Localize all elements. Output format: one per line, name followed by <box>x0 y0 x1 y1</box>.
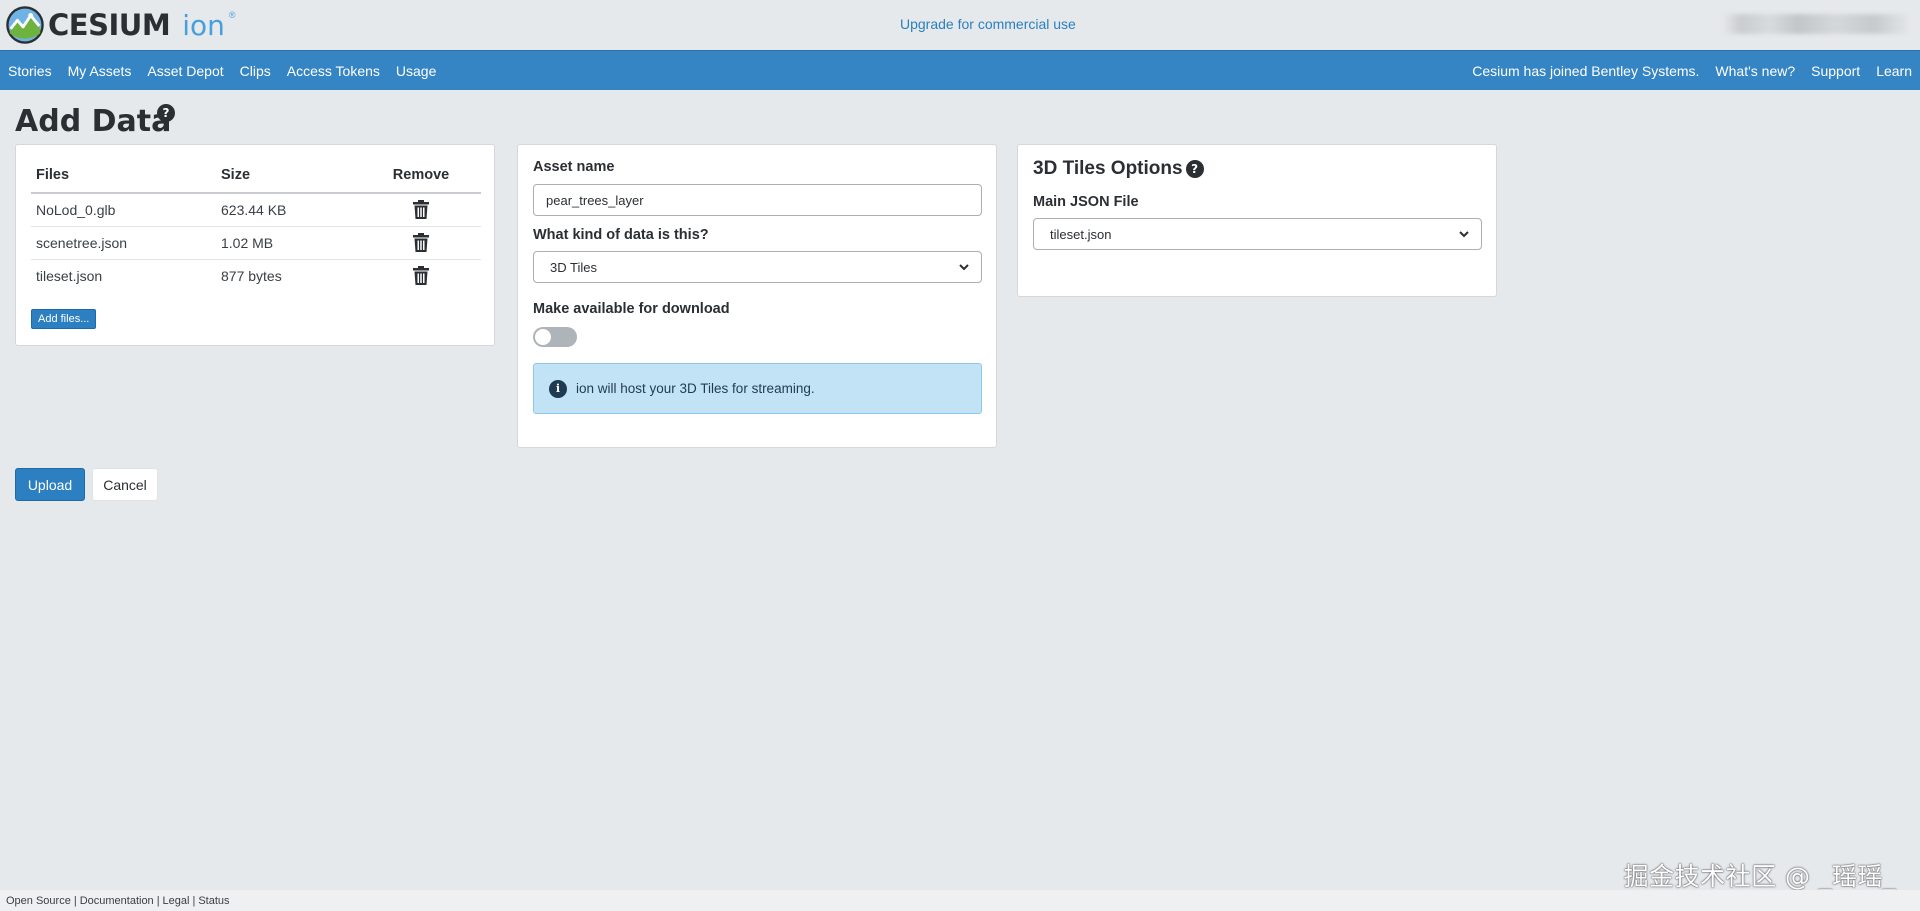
table-row: tileset.json 877 bytes <box>31 259 481 292</box>
page-title: Add Data <box>15 104 172 139</box>
file-size: 1.02 MB <box>216 226 361 260</box>
trash-icon[interactable] <box>413 233 429 252</box>
main-json-selected: tileset.json <box>1050 226 1112 242</box>
logo-trademark: ® <box>228 10 236 20</box>
download-label: Make available for download <box>533 301 730 317</box>
main-json-select[interactable]: tileset.json <box>1033 218 1482 250</box>
data-kind-select[interactable]: 3D Tiles <box>533 251 982 283</box>
file-size: 877 bytes <box>221 267 282 284</box>
asset-name-input[interactable]: pear_trees_layer <box>533 184 982 216</box>
info-icon: i <box>549 379 567 398</box>
watermark: 掘金技术社区 @ _瑶瑶_ <box>1623 862 1896 891</box>
cesium-logo-icon <box>6 6 44 44</box>
data-kind-label: What kind of data is this? <box>533 227 709 243</box>
toggle-knob <box>535 329 551 345</box>
nav-stories[interactable]: Stories <box>0 63 60 79</box>
file-name: tileset.json <box>36 267 103 284</box>
trash-icon[interactable] <box>413 266 429 286</box>
chevron-down-icon <box>1459 231 1469 238</box>
nav-access-tokens[interactable]: Access Tokens <box>279 63 388 79</box>
footer-legal[interactable]: Legal <box>163 895 190 907</box>
cancel-button[interactable]: Cancel <box>92 468 158 501</box>
footer-separator: | <box>73 894 77 907</box>
tiles-options-card: 3D Tiles Options ? Main JSON File tilese… <box>1017 144 1497 297</box>
add-files-button[interactable]: Add files... <box>31 309 97 329</box>
nav-usage[interactable]: Usage <box>388 63 444 79</box>
nav-learn[interactable]: Learn <box>1868 63 1920 79</box>
nav-left-group: Stories My Assets Asset Depot Clips Acce… <box>0 63 444 79</box>
files-table: Files Size Remove NoLod_0.glb 623.44 KB <box>31 165 481 292</box>
asset-details-card: Asset name pear_trees_layer What kind of… <box>517 144 997 448</box>
remove-column-header: Remove <box>361 165 481 194</box>
files-table-header: Files Size Remove <box>31 165 481 194</box>
logo-wordmark: CESIUM <box>48 8 171 42</box>
cesium-ion-logo[interactable]: CESIUM ion ® <box>6 5 235 45</box>
footer-separator: | <box>192 894 196 907</box>
top-header: CESIUM ion ® Upgrade for commercial use <box>0 0 1920 50</box>
file-size: 623.44 KB <box>216 193 361 227</box>
info-text: ion will host your 3D Tiles for streamin… <box>576 381 815 396</box>
tiles-options-title: 3D Tiles Options <box>1033 158 1183 179</box>
file-name: NoLod_0.glb <box>31 193 216 227</box>
main-json-label: Main JSON File <box>1033 194 1139 210</box>
trash-icon[interactable] <box>413 200 429 220</box>
footer-separator: | <box>156 894 160 907</box>
download-toggle[interactable] <box>533 327 577 347</box>
table-row: scenetree.json 1.02 MB <box>31 226 481 260</box>
logo-ion-text: ion <box>182 8 225 42</box>
size-column-header: Size <box>216 165 361 194</box>
upgrade-link[interactable]: Upgrade for commercial use <box>900 16 1076 32</box>
user-account-blurred[interactable] <box>1722 14 1912 34</box>
nav-clips[interactable]: Clips <box>232 63 279 79</box>
nav-support[interactable]: Support <box>1803 63 1868 79</box>
main-navbar: Stories My Assets Asset Depot Clips Acce… <box>0 50 1920 90</box>
nav-my-assets[interactable]: My Assets <box>60 63 140 79</box>
asset-name-label: Asset name <box>533 159 615 175</box>
nav-whats-new[interactable]: What's new? <box>1707 63 1803 79</box>
file-name: scenetree.json <box>31 226 216 260</box>
data-kind-selected: 3D Tiles <box>550 259 597 275</box>
files-column-header: Files <box>31 165 216 194</box>
upload-button[interactable]: Upload <box>15 468 85 501</box>
footer-status[interactable]: Status <box>198 895 229 907</box>
nav-right-group: Cesium has joined Bentley Systems. What'… <box>1464 63 1920 79</box>
files-card: Files Size Remove NoLod_0.glb 623.44 KB <box>15 144 495 346</box>
tiles-options-title-row: 3D Tiles Options ? <box>1033 158 1204 180</box>
table-row: NoLod_0.glb 623.44 KB <box>31 193 481 227</box>
tiles-help-icon[interactable]: ? <box>1185 160 1204 178</box>
footer-open-source[interactable]: Open Source <box>6 895 71 907</box>
info-alert: i ion will host your 3D Tiles for stream… <box>533 363 982 414</box>
chevron-down-icon <box>959 264 969 271</box>
nav-bentley-news[interactable]: Cesium has joined Bentley Systems. <box>1464 63 1707 79</box>
footer-documentation[interactable]: Documentation <box>80 895 154 907</box>
footer: Open Source | Documentation | Legal | St… <box>0 890 1920 911</box>
nav-asset-depot[interactable]: Asset Depot <box>139 63 231 79</box>
help-icon[interactable]: ? <box>157 104 175 122</box>
